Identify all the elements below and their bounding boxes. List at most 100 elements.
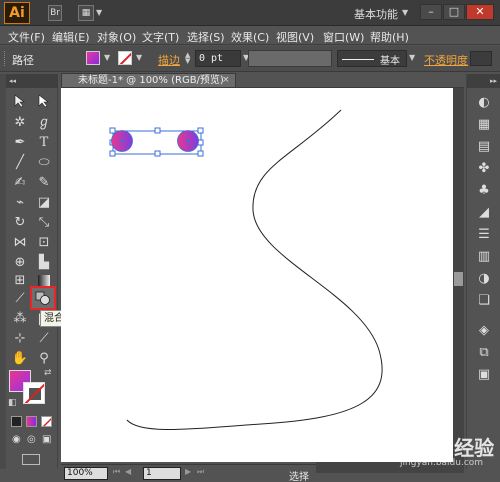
line-icon[interactable]: ╱ xyxy=(9,154,31,172)
chevron-down-icon[interactable]: ▼ xyxy=(409,53,415,62)
minimize-button[interactable]: – xyxy=(420,4,442,20)
gradient-panel-icon[interactable]: ▥ xyxy=(475,248,493,266)
menu-view[interactable]: 视图(V) xyxy=(276,29,314,45)
magic-wand-icon[interactable]: ✲ xyxy=(9,114,31,132)
tools-panel: ◂◂ ✲ ℊ ✒ T ╱ ⬭ ✍ ✎ ⌁ ◪ ↻ ⤡ ⋈ ⊡ ⊕ ▙ ⊞ ⟋ ⁂… xyxy=(6,74,58,469)
hand-icon[interactable]: ✋ xyxy=(9,350,31,368)
watermark-url: jingyan.baidu.com xyxy=(400,458,484,468)
last-page-icon[interactable]: ⏭ xyxy=(197,467,204,477)
default-colors-icon[interactable]: ◧ xyxy=(8,398,17,408)
bridge-button[interactable]: Br xyxy=(48,5,62,21)
none-slash-icon xyxy=(119,52,131,64)
paintbrush-icon[interactable]: ✍ xyxy=(9,174,31,192)
pen-icon[interactable]: ✒ xyxy=(9,134,31,152)
stroke-color-swatch[interactable] xyxy=(23,382,45,404)
variable-width-profile[interactable] xyxy=(248,50,332,67)
color-panel-icon[interactable]: ◐ xyxy=(475,94,493,112)
layers-icon[interactable]: ◈ xyxy=(475,322,493,340)
direct-selection-icon[interactable] xyxy=(33,94,55,112)
pencil-icon[interactable]: ✎ xyxy=(33,174,55,192)
scrollbar-thumb[interactable] xyxy=(454,272,463,286)
align-icon[interactable]: ▣ xyxy=(475,366,493,384)
first-page-icon[interactable]: ⏮ xyxy=(113,467,120,477)
opacity-link[interactable]: 不透明度 xyxy=(424,52,468,68)
menu-help[interactable]: 帮助(H) xyxy=(370,29,409,45)
menu-edit[interactable]: 编辑(E) xyxy=(52,29,90,45)
menu-effect[interactable]: 效果(C) xyxy=(231,29,269,45)
blob-brush-icon[interactable]: ⌁ xyxy=(9,194,31,212)
graphic-styles-icon[interactable]: ◢ xyxy=(475,204,493,222)
menu-window[interactable]: 窗口(W) xyxy=(323,29,364,45)
title-bar: Ai Br ▦ ▼ 基本功能 ▼ – □ ✕ xyxy=(0,0,500,26)
type-icon[interactable]: T xyxy=(33,134,55,152)
chevron-down-icon[interactable]: ▼ xyxy=(96,8,102,17)
artboard-icon[interactable]: ⊹ xyxy=(9,330,31,348)
tab-title: 未标题-1* @ 100% (RGB/预览) xyxy=(78,75,224,86)
brush-definition-dropdown[interactable]: 基本 xyxy=(337,50,407,67)
lasso-icon[interactable]: ℊ xyxy=(33,114,55,132)
collapse-icon[interactable]: ◂◂ xyxy=(6,74,58,88)
close-button[interactable]: ✕ xyxy=(466,4,494,20)
eyedropper-icon[interactable]: ⟋ xyxy=(9,290,31,308)
symbol-sprayer-icon[interactable]: ⁂ xyxy=(9,310,31,328)
close-tab-icon[interactable]: × xyxy=(222,74,230,87)
artboard-canvas[interactable] xyxy=(61,88,453,462)
stroke-color-swatch[interactable] xyxy=(118,51,132,65)
zoom-level-input[interactable]: 100% xyxy=(64,467,108,480)
next-page-icon[interactable]: ▶ xyxy=(185,467,191,476)
menu-object[interactable]: 对象(O) xyxy=(97,29,136,45)
workspace-switcher[interactable]: 基本功能 xyxy=(354,6,398,22)
draw-inside-icon[interactable]: ▣ xyxy=(42,434,51,445)
expand-icon[interactable]: ▸▸ xyxy=(467,74,500,88)
blend-icon[interactable] xyxy=(30,286,56,310)
opacity-input[interactable] xyxy=(470,51,492,66)
chevron-down-icon[interactable]: ▼ xyxy=(136,53,142,62)
screen-mode-button[interactable] xyxy=(22,454,40,465)
menu-file[interactable]: 文件(F) xyxy=(8,29,45,45)
scale-icon[interactable]: ⤡ xyxy=(33,214,55,232)
menu-type[interactable]: 文字(T) xyxy=(142,29,179,45)
artboard-number-input[interactable]: 1 xyxy=(143,467,181,480)
appearance-icon[interactable]: ❏ xyxy=(475,292,493,310)
maximize-button[interactable]: □ xyxy=(443,4,465,20)
shape-builder-icon[interactable]: ⊕ xyxy=(9,254,31,272)
free-transform-icon[interactable]: ⊡ xyxy=(33,234,55,252)
menu-select[interactable]: 选择(S) xyxy=(187,29,225,45)
color-guide-icon[interactable]: ▦ xyxy=(475,116,493,134)
fill-color-swatch[interactable] xyxy=(86,51,100,65)
s-curve-path xyxy=(126,109,383,431)
symbols-icon[interactable]: ♣ xyxy=(475,182,493,200)
stroke-link[interactable]: 描边 xyxy=(158,52,180,68)
vertical-scrollbar[interactable] xyxy=(453,88,464,462)
arrange-documents-button[interactable]: ▦ xyxy=(78,5,94,21)
width-icon[interactable]: ⋈ xyxy=(9,234,31,252)
draw-normal-icon[interactable]: ◉ xyxy=(12,434,21,445)
prev-page-icon[interactable]: ◀ xyxy=(125,467,131,476)
perspective-icon[interactable]: ▙ xyxy=(33,254,55,272)
mesh-icon[interactable]: ⊞ xyxy=(9,272,31,290)
none-mode-button[interactable] xyxy=(41,416,52,427)
draw-behind-icon[interactable]: ◎ xyxy=(27,434,36,445)
swap-icon[interactable]: ⇄ xyxy=(44,368,52,378)
ellipse-icon[interactable]: ⬭ xyxy=(33,154,55,172)
swatches-icon[interactable]: ▤ xyxy=(475,138,493,156)
document-tab[interactable]: 未标题-1* @ 100% (RGB/预览) × xyxy=(61,73,236,88)
eraser-icon[interactable]: ◪ xyxy=(33,194,55,212)
slice-icon[interactable]: ⟋ xyxy=(33,330,55,348)
zoom-icon[interactable]: ⚲ xyxy=(33,350,55,368)
chevron-down-icon[interactable]: ▼ xyxy=(104,53,110,62)
stroke-panel-icon[interactable]: ☰ xyxy=(475,226,493,244)
selection-icon[interactable] xyxy=(9,94,31,112)
artboards-icon[interactable]: ⧉ xyxy=(475,344,493,362)
stroke-weight-input[interactable]: 0 pt xyxy=(195,50,241,67)
brushes-icon[interactable]: ✤ xyxy=(475,160,493,178)
artwork xyxy=(109,109,383,431)
rotate-icon[interactable]: ↻ xyxy=(9,214,31,232)
chevron-down-icon[interactable]: ▼ xyxy=(402,8,408,17)
gradient-mode-button[interactable] xyxy=(26,416,37,427)
status-current-tool[interactable]: 选择 xyxy=(289,468,309,482)
transparency-icon[interactable]: ◑ xyxy=(475,270,493,288)
object-type-label: 路径 xyxy=(12,54,34,67)
stepper-icon[interactable]: ▲ ▼ xyxy=(185,52,190,65)
color-mode-button[interactable] xyxy=(11,416,22,427)
